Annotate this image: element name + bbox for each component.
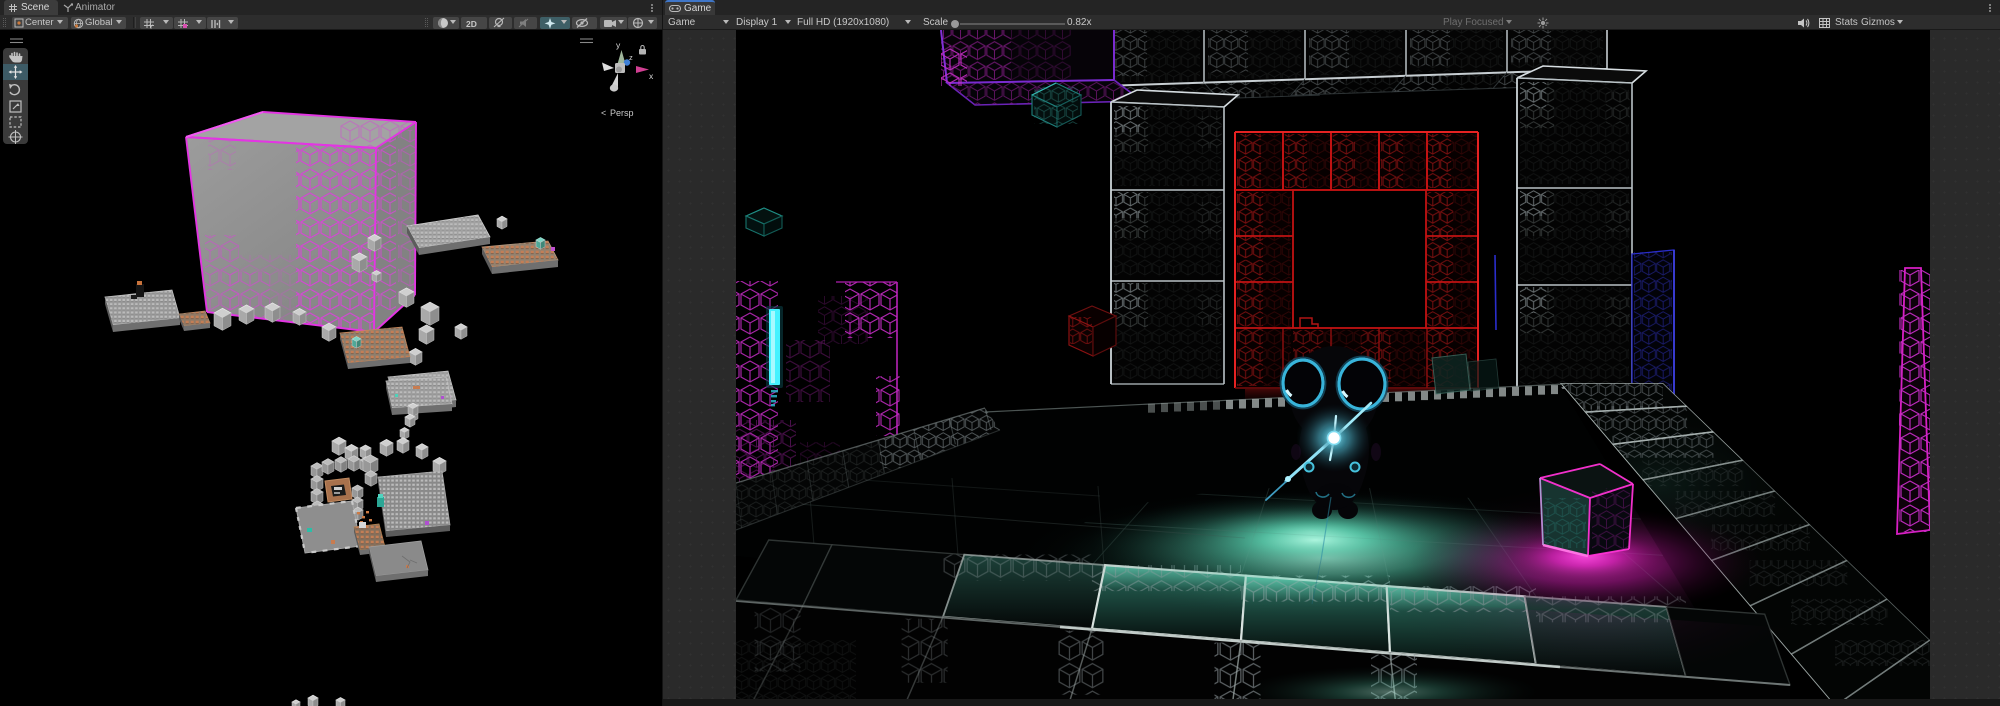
- svg-text:<: <: [601, 108, 606, 118]
- svg-text:Y: Y: [149, 25, 153, 30]
- svg-text:2D: 2D: [466, 19, 477, 29]
- svg-text:Persp: Persp: [610, 108, 634, 118]
